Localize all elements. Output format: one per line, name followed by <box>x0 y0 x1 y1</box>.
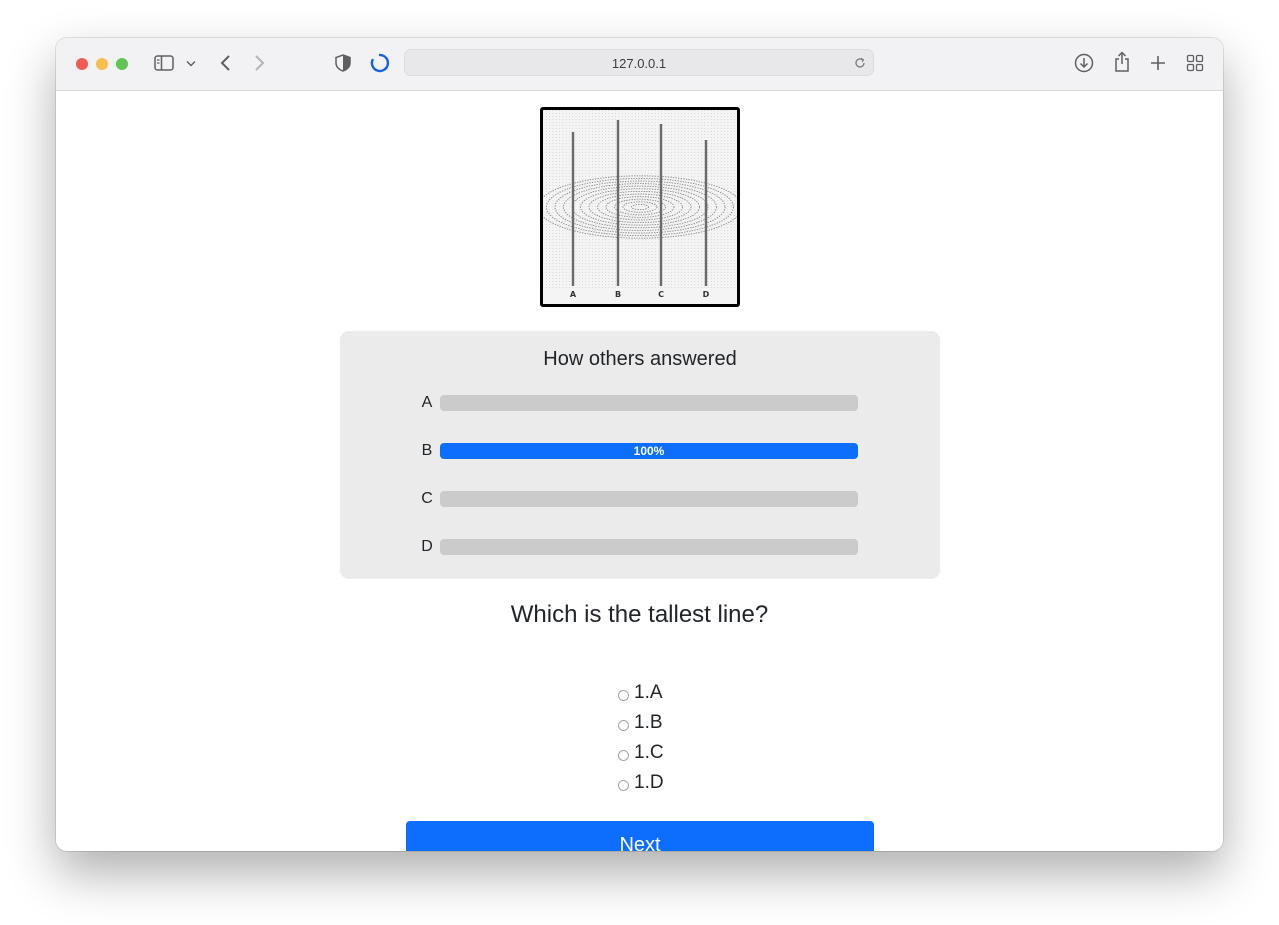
browser-toolbar: 127.0.0.1 <box>56 38 1223 91</box>
close-window-button[interactable] <box>76 58 88 70</box>
stimulus-line-label: B <box>615 290 621 299</box>
forward-icon[interactable] <box>251 53 269 73</box>
result-fill-b: 100% <box>440 443 858 459</box>
next-button[interactable]: Next <box>406 821 874 851</box>
download-icon[interactable] <box>1074 53 1094 73</box>
result-bar-b: 100% <box>440 443 858 459</box>
privacy-shield-icon[interactable] <box>334 53 352 73</box>
illusion-graphic: A B C D <box>543 110 737 299</box>
answer-option-b[interactable]: 1.B <box>618 711 663 735</box>
result-bar-a <box>440 395 858 411</box>
stimulus-line-label: C <box>658 290 664 299</box>
answers-summary-panel: How others answered A B 100% C D <box>340 331 940 579</box>
radio-button[interactable] <box>618 750 629 761</box>
zoom-window-button[interactable] <box>116 58 128 70</box>
new-tab-icon[interactable] <box>1149 53 1167 73</box>
browser-window: 127.0.0.1 A B C D How others answered A B 1… <box>56 38 1223 851</box>
page-content: A B C D How others answered A B 100% C D Wh… <box>56 91 1223 851</box>
answer-option-d[interactable]: 1.D <box>618 771 664 795</box>
sidebar-toggle-icon[interactable] <box>153 54 175 72</box>
answer-option-a[interactable]: 1.A <box>618 681 663 705</box>
result-label-a: A <box>421 394 433 411</box>
chevron-down-icon[interactable] <box>185 57 197 69</box>
question-text: Which is the tallest line? <box>510 601 769 628</box>
stimulus-line-label: D <box>703 290 710 299</box>
result-bar-d <box>440 539 858 555</box>
answer-option-label: 1.C <box>634 742 664 763</box>
result-label-b: B <box>421 442 433 459</box>
radio-button[interactable] <box>618 780 629 791</box>
result-label-d: D <box>421 538 433 555</box>
result-label-c: C <box>421 490 433 507</box>
reload-icon[interactable] <box>853 56 867 70</box>
answer-option-label: 1.D <box>634 772 664 793</box>
panel-title: How others answered <box>543 348 737 370</box>
tab-overview-icon[interactable] <box>1185 53 1205 73</box>
answer-option-label: 1.B <box>634 712 663 733</box>
back-icon[interactable] <box>216 53 234 73</box>
radio-button[interactable] <box>618 690 629 701</box>
illusion-stimulus-image: A B C D <box>540 107 740 307</box>
answer-option-label: 1.A <box>634 682 663 703</box>
result-bar-c <box>440 491 858 507</box>
radio-button[interactable] <box>618 720 629 731</box>
url-text: 127.0.0.1 <box>611 56 667 71</box>
answer-option-c[interactable]: 1.C <box>618 741 664 765</box>
address-bar[interactable]: 127.0.0.1 <box>404 49 874 76</box>
loading-spinner-icon <box>370 53 390 73</box>
minimize-window-button[interactable] <box>96 58 108 70</box>
share-icon[interactable] <box>1112 51 1132 73</box>
stimulus-line-label: A <box>570 290 577 299</box>
